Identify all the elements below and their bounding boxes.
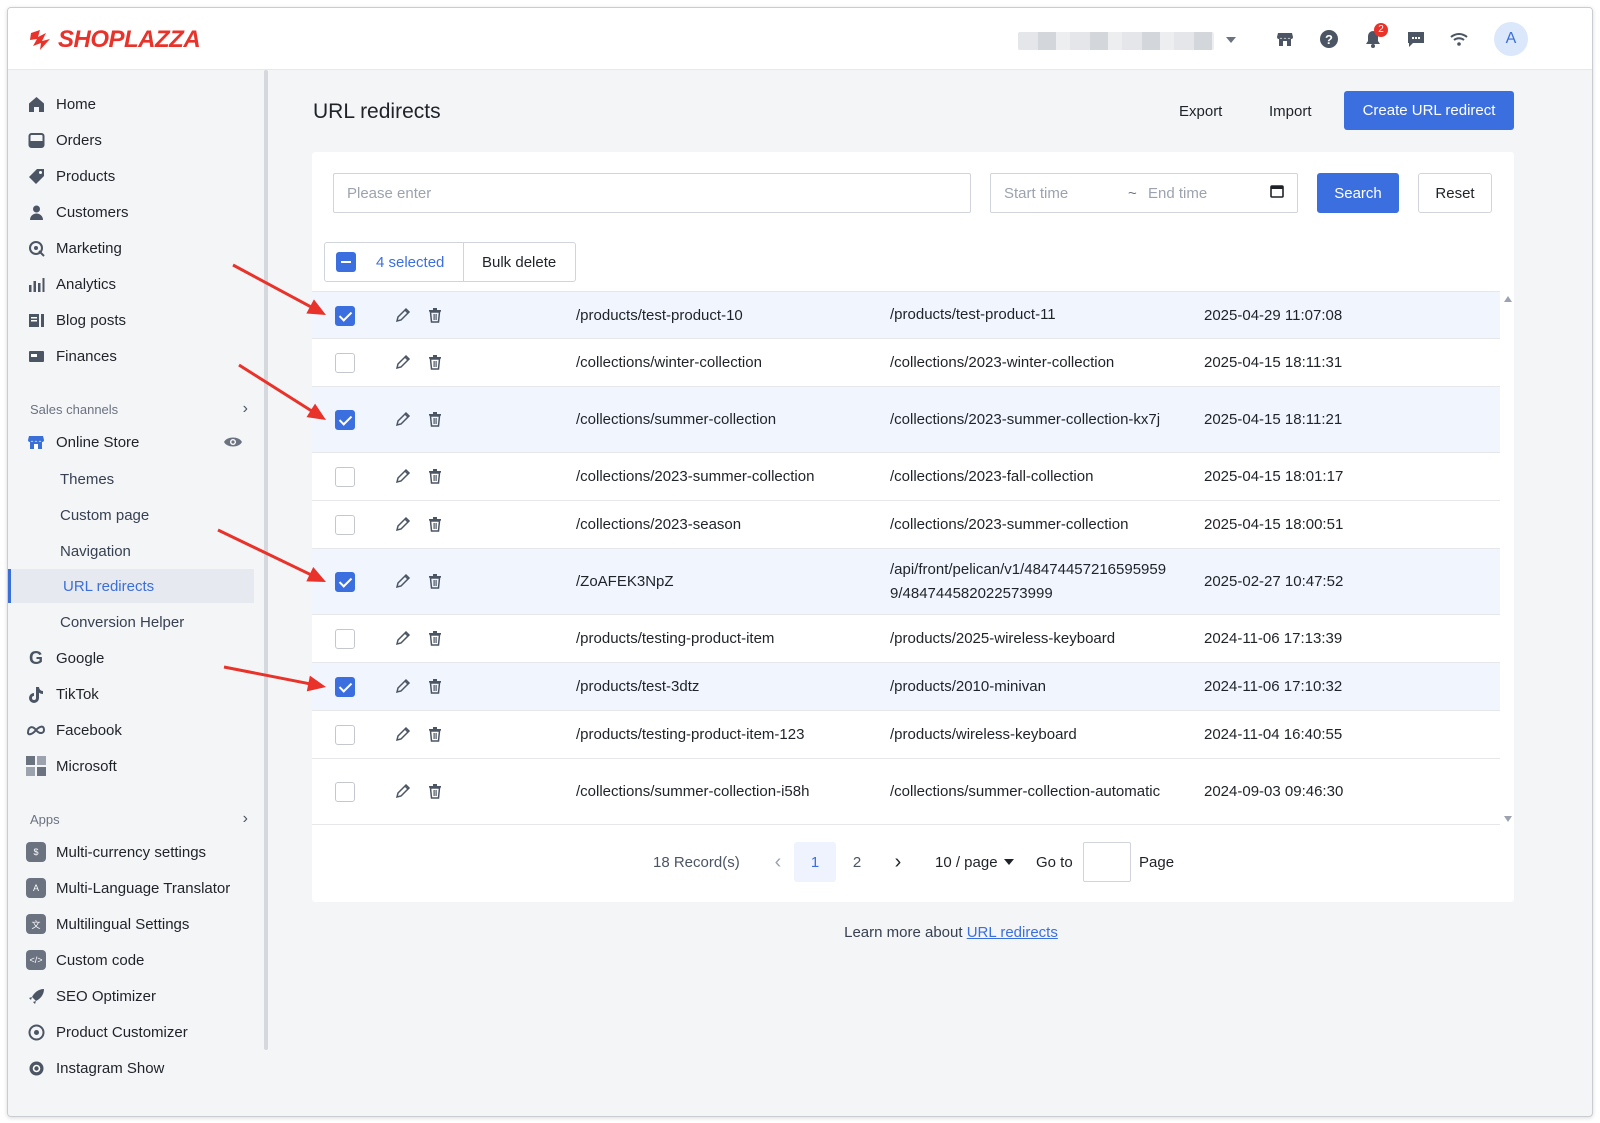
annotation-arrow-line [223, 665, 315, 687]
annotation-arrow-line [217, 528, 316, 579]
annotation-arrow-line [238, 363, 317, 415]
annotation-arrows [217, 263, 326, 692]
app-window: SHOPLAZZA ? 2 A Home Orders Products Cus… [7, 7, 1593, 1117]
annotation-arrow-head [306, 403, 326, 420]
annotation-arrow-head [306, 675, 326, 692]
annotation-arrow-line [232, 263, 317, 311]
